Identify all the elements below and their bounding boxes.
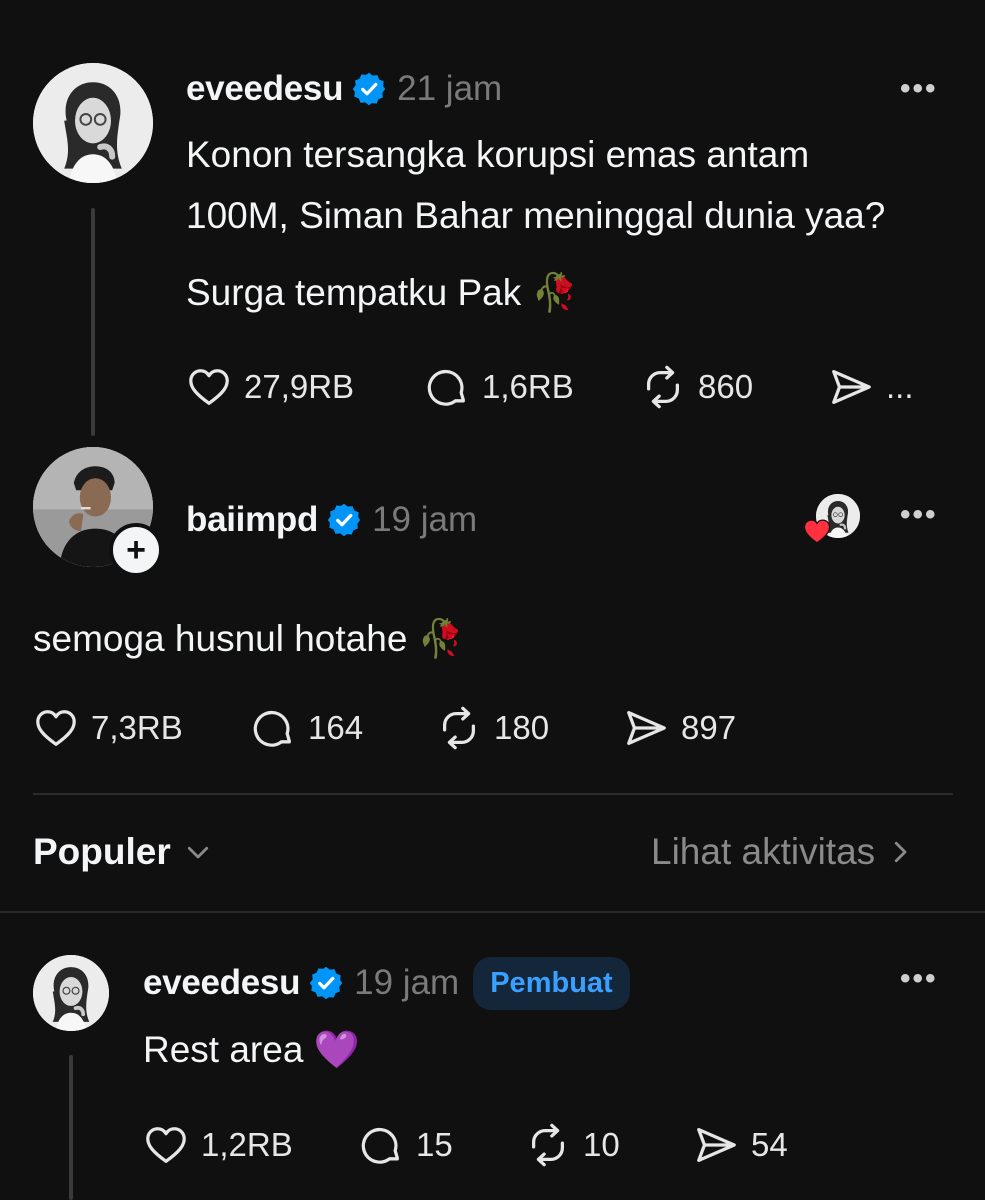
heart-icon [143,1122,189,1168]
timestamp: 19 jam [372,500,478,539]
profile-picture [33,63,153,183]
reply-count: 1,6RB [482,368,574,405]
post-actions: 27,9RB 1,6RB 860 ... [186,364,914,410]
reply-header: baiimpd 19 jam [186,497,477,543]
comment-actions: 1,2RB 15 10 54 [143,1122,788,1168]
follow-plus-button[interactable]: + [109,523,163,577]
post-text-line-1: Konon tersangka korupsi emas antam [186,134,810,175]
repost-count: 10 [583,1126,620,1163]
like-count: 7,3RB [91,709,183,746]
comment-header: eveedesu 19 jam Pembuat [143,956,630,1010]
send-icon [693,1122,739,1168]
reply-button[interactable]: 164 [250,705,436,751]
repost-icon [525,1122,571,1168]
reply-text: semoga husnul hotahe 🥀 [33,618,464,659]
heart-icon [33,705,79,751]
username[interactable]: baiimpd [186,500,318,540]
send-icon [828,364,874,410]
sort-dropdown[interactable]: Populer [33,831,213,873]
avatar[interactable] [33,63,153,183]
reply-actions: 7,3RB 164 180 897 [33,705,736,751]
more-options-icon[interactable]: ••• [900,72,938,106]
share-count: 54 [751,1126,788,1163]
thread-line [91,208,95,436]
reply-count: 15 [416,1126,453,1163]
verified-icon [326,502,362,538]
comment-icon [358,1122,404,1168]
reply-count: 164 [308,709,364,746]
verified-icon [308,965,344,1001]
repost-button[interactable]: 180 [436,705,623,751]
like-button[interactable]: 27,9RB [186,364,424,410]
share-count: 897 [681,709,737,746]
author-badge: Pembuat [473,956,630,1010]
repost-button[interactable]: 860 [640,364,828,410]
send-icon [623,705,669,751]
repost-icon [640,364,686,410]
timestamp: 19 jam [354,963,460,1002]
like-button[interactable]: 7,3RB [33,705,250,751]
share-button[interactable]: 897 [623,705,736,751]
post-text-line-3: Surga tempatku Pak 🥀 [186,272,578,313]
post-header: eveedesu 21 jam [186,66,502,112]
view-activity-label: Lihat aktivitas [651,831,876,872]
repost-count: 180 [494,709,550,746]
comment-icon [250,705,296,751]
repost-icon [436,705,482,751]
divider [33,793,953,795]
more-options-icon[interactable]: ••• [900,498,938,532]
thread-line [69,1055,73,1200]
reply-button[interactable]: 1,6RB [424,364,640,410]
like-count: 27,9RB [244,368,355,405]
like-count: 1,2RB [201,1126,293,1163]
share-button[interactable]: 54 [693,1122,788,1168]
view-activity-link[interactable]: Lihat aktivitas [651,831,915,873]
comment-icon [424,364,470,410]
avatar[interactable] [33,955,109,1031]
sort-label: Populer [33,831,171,872]
comment-text: Rest area 💜 [143,1029,360,1070]
share-button[interactable]: ... [828,364,914,410]
like-button[interactable]: 1,2RB [143,1122,358,1168]
repost-button[interactable]: 10 [525,1122,693,1168]
repost-count: 860 [698,368,754,405]
chevron-down-icon [187,846,208,859]
username[interactable]: eveedesu [143,963,300,1003]
timestamp: 21 jam [397,69,503,108]
more-options-icon[interactable]: ••• [900,962,938,996]
heart-red-icon [803,519,831,544]
profile-picture [33,955,109,1031]
divider [0,911,985,913]
verified-icon [351,71,387,107]
username[interactable]: eveedesu [186,69,343,109]
chevron-right-icon [895,841,907,863]
heart-icon [186,364,232,410]
post-text-line-2: 100M, Siman Bahar meninggal dunia yaa? [186,195,886,236]
reply-button[interactable]: 15 [358,1122,525,1168]
share-count: ... [886,368,914,405]
